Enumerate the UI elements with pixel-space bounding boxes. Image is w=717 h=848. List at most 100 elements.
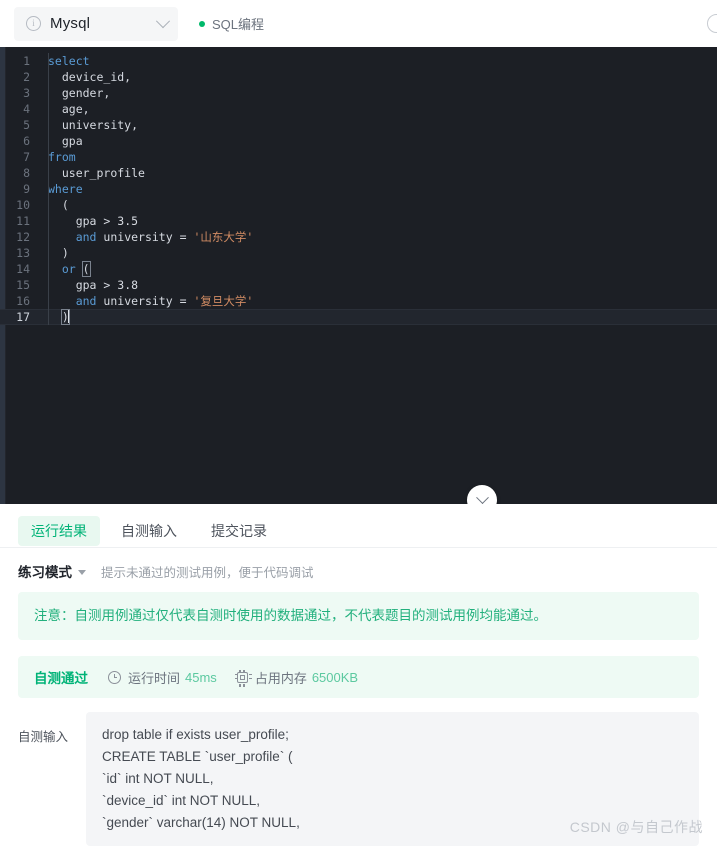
- indent-guide: [48, 165, 49, 181]
- indent-guide: [48, 229, 49, 245]
- code-token: ,: [131, 118, 139, 132]
- code-token: university: [103, 294, 173, 308]
- chevron-down-icon: [155, 13, 171, 28]
- code-token: and: [75, 294, 97, 308]
- language-select[interactable]: i Mysql: [14, 6, 178, 41]
- memory-label: 占用内存: [254, 670, 307, 686]
- code-line: 17 ): [0, 309, 717, 325]
- code-line-text: device_id,: [42, 69, 717, 85]
- topic-label: SQL编程: [212, 17, 265, 32]
- code-line: 8 user_profile: [0, 165, 717, 181]
- code-token: from: [48, 150, 76, 164]
- indent-guide: [48, 261, 49, 277]
- line-number: 7: [23, 150, 30, 164]
- topic-indicator: SQL编程: [199, 14, 264, 33]
- line-number: 4: [23, 102, 30, 116]
- code-token: =: [172, 230, 194, 244]
- tab-2[interactable]: 提交记录: [198, 516, 280, 546]
- code-content[interactable]: 1 select 2 device_id, 3 gender, 4 age, 5 univ…: [0, 47, 717, 325]
- indent-guide: [48, 85, 49, 101]
- circle-icon[interactable]: [707, 14, 717, 33]
- code-editor[interactable]: 1 select 2 device_id, 3 gender, 4 age, 5 univ…: [0, 47, 717, 504]
- practice-mode-label[interactable]: 练习模式: [18, 561, 72, 581]
- code-line-text: where: [42, 181, 717, 197]
- code-line-text: university,: [42, 117, 717, 133]
- line-number: 3: [23, 86, 30, 100]
- code-line-text: gpa > 3.5: [42, 213, 717, 229]
- status-bar: 自测通过 运行时间 45ms 占用内存 6500KB: [18, 656, 699, 698]
- chip-pin: [234, 674, 238, 676]
- line-number: 5: [23, 118, 30, 132]
- indent-guide: [48, 197, 49, 213]
- code-line-text: and university = '复旦大学': [42, 293, 717, 309]
- mode-row: 练习模式 提示未通过的测试用例，便于代码调试: [0, 548, 717, 590]
- code-token: =: [172, 294, 194, 308]
- collapse-editor-button[interactable]: [467, 485, 497, 504]
- tab-1[interactable]: 自测输入: [108, 516, 190, 546]
- code-token: where: [48, 182, 83, 196]
- code-line: 2 device_id,: [0, 69, 717, 85]
- result-tabs: 运行结果 自测输入 提交记录: [0, 504, 717, 548]
- code-token: ,: [103, 86, 111, 100]
- code-line-text: select: [42, 53, 717, 69]
- code-line: 16 and university = '复旦大学': [0, 293, 717, 309]
- chip-pin: [243, 669, 245, 673]
- code-token: gender: [61, 86, 104, 100]
- language-select-value: Mysql: [50, 15, 91, 32]
- code-line-text: user_profile: [42, 165, 717, 181]
- line-number: 10: [16, 198, 30, 212]
- tab-0[interactable]: 运行结果: [18, 515, 100, 546]
- indent-guide: [48, 277, 49, 293]
- runtime-label: 运行时间: [128, 670, 181, 686]
- code-line-text: from: [42, 149, 717, 165]
- code-token: '山东大学': [193, 230, 254, 244]
- code-line-text: or (: [42, 261, 717, 277]
- indent-guide: [48, 245, 49, 261]
- clock-icon: [108, 670, 121, 684]
- info-circle-icon: i: [26, 16, 41, 31]
- code-line: 11 gpa > 3.5: [0, 213, 717, 229]
- caret-down-icon[interactable]: [78, 569, 86, 575]
- line-number: 8: [23, 166, 30, 180]
- code-line: 12 and university = '山东大学': [0, 229, 717, 245]
- indent-guide: [48, 69, 49, 85]
- code-token: select: [48, 54, 90, 68]
- chip-pin: [243, 683, 245, 687]
- self-test-input-label: 自测输入: [18, 730, 69, 744]
- code-token: university: [103, 230, 173, 244]
- code-token: 3.8: [117, 278, 139, 292]
- code-token: >: [96, 278, 118, 292]
- code-token: ,: [124, 70, 132, 84]
- code-token: age: [61, 102, 83, 116]
- code-token: ): [61, 246, 69, 260]
- indent-guide: [48, 101, 49, 117]
- code-token: university: [61, 118, 132, 132]
- code-line: 3 gender,: [0, 85, 717, 101]
- toolbar: i Mysql SQL编程: [0, 0, 717, 47]
- line-number: 12: [16, 230, 30, 244]
- code-line-text: and university = '山东大学': [42, 229, 717, 245]
- code-line: 7 from: [0, 149, 717, 165]
- code-token: (: [61, 198, 69, 212]
- line-number: 9: [23, 182, 30, 196]
- indent-guide: [48, 53, 49, 69]
- self-test-input-content[interactable]: drop table if exists user_profile; CREAT…: [86, 712, 699, 846]
- code-line: 4 age,: [0, 101, 717, 117]
- code-token: gpa: [61, 134, 83, 148]
- code-line-text: gpa: [42, 133, 717, 149]
- indent-guide: [48, 149, 49, 165]
- code-line: 14 or (: [0, 261, 717, 277]
- code-line: 15 gpa > 3.8: [0, 277, 717, 293]
- indent-guide: [48, 293, 49, 309]
- code-token: >: [96, 214, 118, 228]
